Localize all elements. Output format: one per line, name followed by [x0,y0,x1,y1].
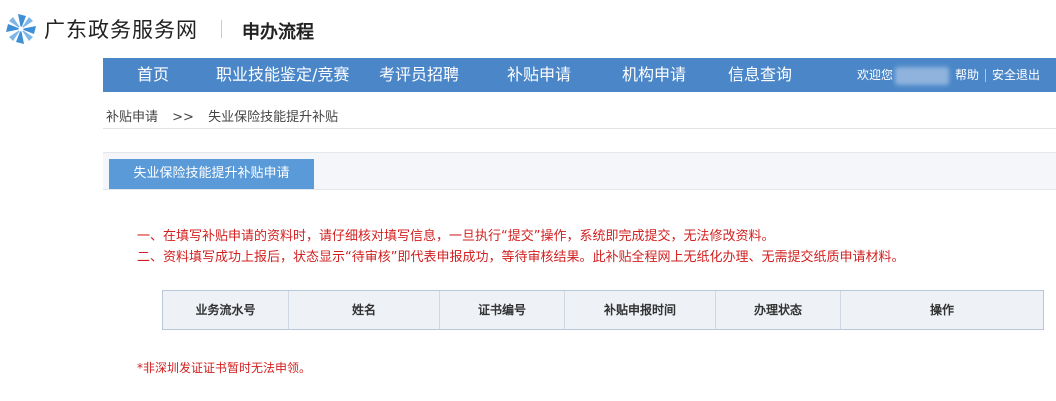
help-link[interactable]: 帮助 [955,58,979,92]
breadcrumb-divider [103,128,1056,129]
breadcrumb-separator: >> [172,110,194,125]
nav-separator [985,69,986,82]
table-header-apply-time: 补贴申报时间 [565,291,716,329]
subsidy-panel: 失业保险技能提升补贴申请 [103,152,1056,392]
nav-item-info-query[interactable]: 信息查询 [728,58,792,92]
site-header: 广东政务服务网 申办流程 [0,0,1056,56]
page-heading: 申办流程 [242,22,314,43]
table-header-name: 姓名 [289,291,440,329]
nav-item-institution-application[interactable]: 机构申请 [622,58,686,92]
nav-item-subsidy-application[interactable]: 补贴申请 [507,58,571,92]
table-header-serial-number: 业务流水号 [163,291,289,329]
table-header-status: 办理状态 [716,291,841,329]
panel-header: 失业保险技能提升补贴申请 [103,152,1056,190]
nav-item-examiner-recruitment[interactable]: 考评员招聘 [379,58,459,92]
table-header-certificate-number: 证书编号 [440,291,565,329]
user-name-redacted [895,67,949,85]
nav-item-home[interactable]: 首页 [137,58,169,92]
application-table: 业务流水号 姓名 证书编号 补贴申报时间 办理状态 操作 [162,290,1044,330]
footnote: *非深圳发证证书暂时无法申领。 [137,361,312,375]
header-divider [221,20,222,38]
breadcrumb-parent[interactable]: 补贴申请 [106,110,158,125]
tab-subsidy-application[interactable]: 失业保险技能提升补贴申请 [109,159,314,189]
breadcrumb: 补贴申请 >> 失业保险技能提升补贴 [106,106,338,125]
site-name[interactable]: 广东政务服务网 [44,14,198,44]
nav-item-skill-assessment[interactable]: 职业技能鉴定/竞赛 [216,58,349,92]
welcome-text: 欢迎您 [857,68,894,82]
breadcrumb-current: 失业保险技能提升补贴 [208,110,339,125]
table-header-operation: 操作 [929,303,954,317]
pinwheel-logo-icon[interactable] [4,12,38,46]
notice-line-1: 一、在填写补贴申请的资料时，请仔细核对填写信息，一旦执行“提交”操作，系统即完成… [137,229,775,244]
logout-link[interactable]: 安全退出 [992,58,1040,92]
notice-line-2: 二、资料填写成功上报后，状态显示“待审核”即代表申报成功，等待审核结果。此补贴全… [137,250,905,265]
main-navbar: 首页 职业技能鉴定/竞赛 考评员招聘 补贴申请 机构申请 信息查询 欢迎您 帮助… [103,58,1056,92]
